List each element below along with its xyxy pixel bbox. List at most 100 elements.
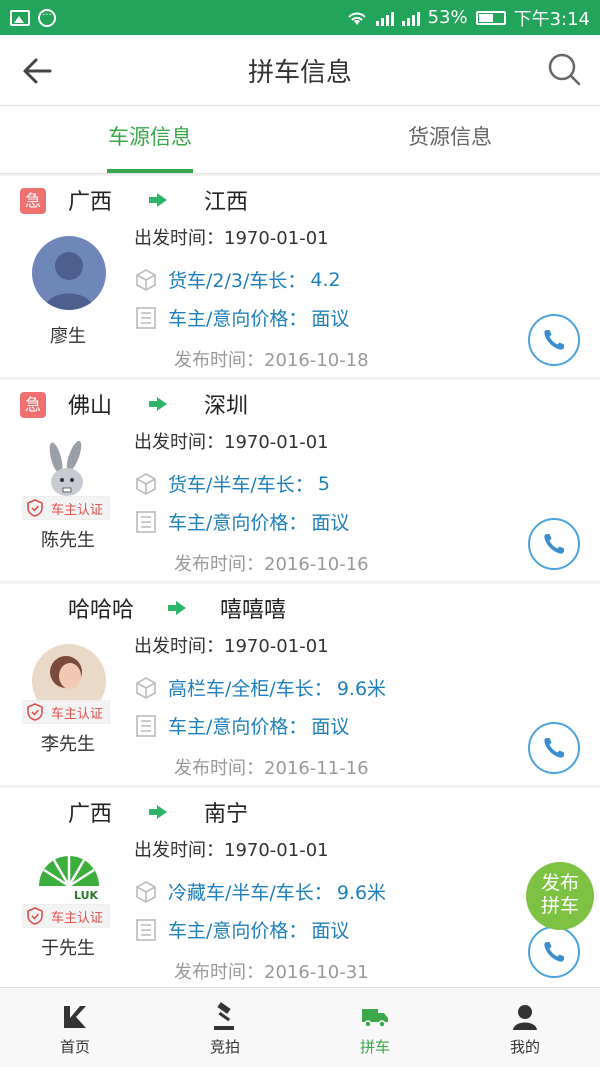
phone-icon (544, 942, 564, 962)
owner-certified-badge: 车主认证 (22, 904, 111, 928)
publish-time: 发布时间：2016-10-31 (174, 962, 369, 983)
arrow-right-icon (149, 805, 168, 819)
publish-carpool-button[interactable]: 发布 拼车 (526, 862, 594, 930)
route: 佛山 深圳 (68, 388, 248, 420)
truck-icon (362, 1009, 388, 1028)
price-value: 面议 (311, 308, 350, 330)
owner-certified-badge: 车主认证 (22, 496, 111, 520)
tab-vehicle-source[interactable]: 车源信息 (0, 106, 300, 173)
listing-card[interactable]: 急 广西 江西 出发时间：1970-01-01 廖生 货车/2/3/车长： 4.2… (0, 176, 600, 377)
bottom-nav: 首页 竞拍 拼车 我的 (0, 987, 600, 1067)
depart-time: 出发时间：1970-01-01 (134, 228, 329, 249)
route: 哈哈哈 嘻嘻嘻 (68, 592, 286, 624)
publish-time: 发布时间：2016-10-16 (174, 554, 369, 575)
fab-line2: 拼车 (540, 895, 579, 917)
price-value: 面议 (311, 512, 350, 534)
nav-label: 竞拍 (209, 1038, 240, 1056)
fab-line1: 发布 (540, 872, 579, 894)
svg-text:LUK: LUK (74, 889, 99, 902)
publish-time: 发布时间：2016-11-16 (174, 758, 369, 779)
price-info: 车主/意向价格： 面议 (134, 304, 349, 331)
publish-time: 发布时间：2016-10-18 (174, 350, 369, 371)
vehicle-info: 货车/2/3/车长： 4.2 (134, 266, 341, 293)
list-icon (136, 714, 156, 737)
signal-icon (401, 10, 420, 26)
price-value: 面议 (311, 716, 350, 738)
owner-name: 于先生 (41, 938, 95, 959)
price-label: 车主/意向价格： (168, 512, 308, 534)
route-from: 哈哈哈 (68, 598, 135, 623)
home-icon (64, 1006, 86, 1028)
vehicle-length: 9.6米 (336, 678, 387, 700)
status-bar: ··· 53% 下午3:14 (0, 0, 600, 35)
route-from: 佛山 (68, 394, 113, 419)
route-to: 南宁 (204, 802, 249, 827)
call-button[interactable] (528, 518, 580, 570)
list-icon (136, 306, 156, 329)
avatar (32, 236, 106, 310)
nav-home[interactable]: 首页 (0, 988, 150, 1067)
route-from: 广西 (68, 190, 113, 215)
price-label: 车主/意向价格： (168, 920, 308, 942)
vehicle-length: 4.2 (310, 268, 341, 291)
list-icon (136, 510, 156, 533)
battery-percent: 53% (427, 7, 468, 28)
nav-label: 我的 (509, 1038, 540, 1056)
owner-name: 李先生 (41, 734, 95, 755)
price-info: 车主/意向价格： 面议 (134, 916, 349, 943)
call-button[interactable] (528, 722, 580, 774)
tab-bar: 车源信息 货源信息 (0, 106, 600, 174)
route-from: 广西 (68, 802, 113, 827)
box-icon (136, 880, 156, 903)
cert-label: 车主认证 (51, 502, 104, 518)
wifi-icon (347, 12, 366, 25)
auction-icon (214, 1002, 234, 1030)
owner-name: 陈先生 (41, 530, 95, 551)
price-label: 车主/意向价格： (168, 308, 308, 330)
tab-cargo-source[interactable]: 货源信息 (300, 106, 600, 173)
nav-label: 拼车 (359, 1038, 390, 1056)
vehicle-type: 高栏车/全柜/车长： (168, 678, 333, 700)
arrow-right-icon (168, 601, 187, 615)
price-value: 面议 (311, 920, 350, 942)
cert-label: 车主认证 (51, 910, 104, 926)
call-button[interactable] (528, 926, 580, 978)
shield-check-icon (27, 499, 43, 517)
battery-icon (475, 10, 506, 25)
nav-mine[interactable]: 我的 (450, 988, 600, 1067)
vehicle-info: 高栏车/全柜/车长： 9.6米 (134, 674, 386, 701)
urgent-badge: 急 (20, 392, 46, 418)
message-icon: ··· (38, 8, 56, 27)
shield-check-icon (27, 703, 43, 721)
listing-card[interactable]: 急 佛山 深圳 出发时间：1970-01-01 车主认证 陈先生 货车/半车/车… (0, 380, 600, 581)
vehicle-info: 冷藏车/半车/车长： 9.6米 (134, 878, 386, 905)
vehicle-type: 冷藏车/半车/车长： (168, 882, 333, 904)
depart-time: 出发时间：1970-01-01 (134, 432, 329, 453)
price-info: 车主/意向价格： 面议 (134, 712, 349, 739)
list-icon (136, 918, 156, 941)
vehicle-type: 货车/2/3/车长： (168, 270, 307, 292)
title-bar: 拼车信息 (0, 35, 600, 106)
box-icon (136, 472, 156, 495)
phone-icon (544, 738, 564, 758)
route: 广西 南宁 (68, 796, 248, 828)
listing-card[interactable]: 哈哈哈 嘻嘻嘻 出发时间：1970-01-01 车主认证 李先生 高栏车/全柜/… (0, 584, 600, 785)
price-label: 车主/意向价格： (168, 716, 308, 738)
nav-auction[interactable]: 竞拍 (150, 988, 300, 1067)
listing-list: 急 广西 江西 出发时间：1970-01-01 廖生 货车/2/3/车长： 4.2… (0, 176, 600, 992)
call-button[interactable] (528, 314, 580, 366)
nav-carpool[interactable]: 拼车 (300, 988, 450, 1067)
listing-card[interactable]: 广西 南宁 出发时间：1970-01-01 LUK 车主认证 于先生 冷藏车/半… (0, 788, 600, 989)
arrow-right-icon (149, 193, 168, 207)
box-icon (136, 268, 156, 291)
vehicle-info: 货车/半车/车长： 5 (134, 470, 330, 497)
box-icon (136, 676, 156, 699)
image-icon (10, 9, 30, 26)
route-to: 深圳 (204, 394, 249, 419)
back-arrow-icon[interactable] (20, 53, 56, 89)
search-icon[interactable] (546, 51, 582, 87)
phone-icon (544, 330, 564, 350)
route: 广西 江西 (68, 184, 248, 216)
vehicle-length: 9.6米 (336, 882, 387, 904)
user-icon (513, 1005, 537, 1030)
